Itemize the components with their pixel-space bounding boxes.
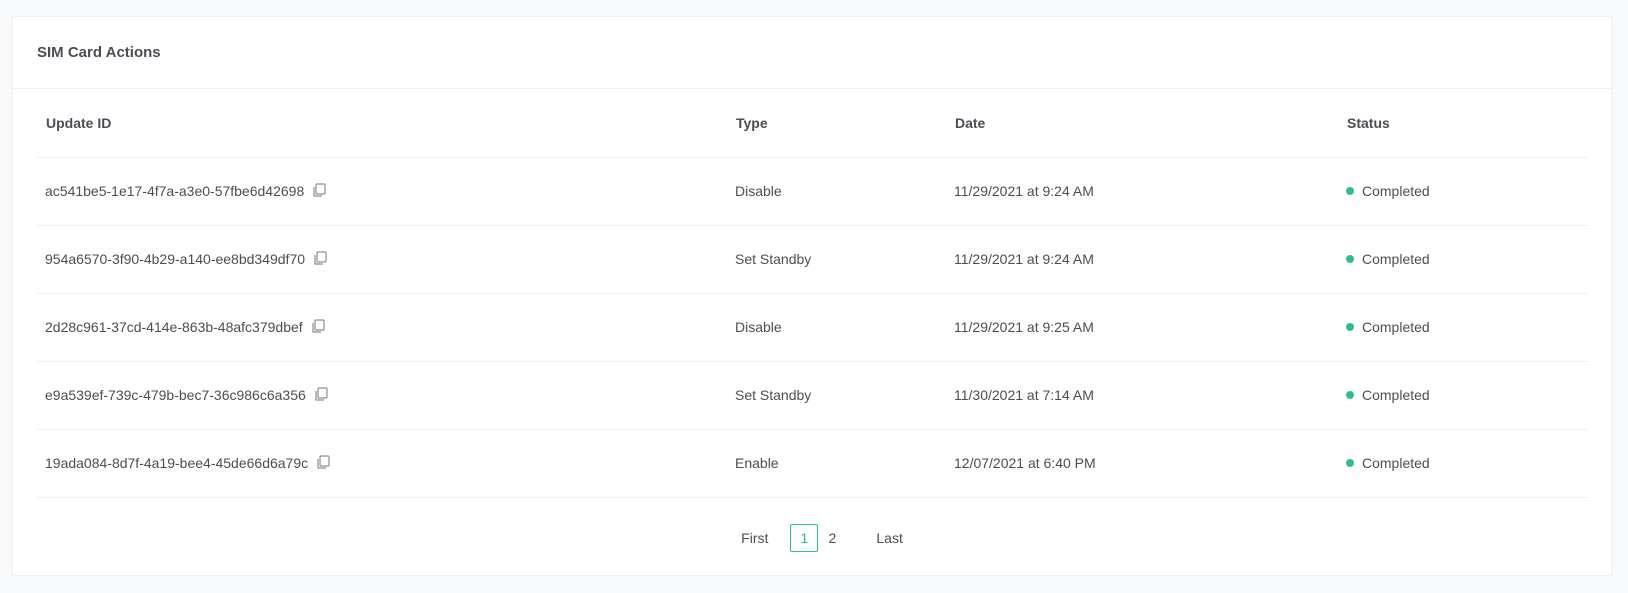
actions-table: Update ID Type Date Status ac541be5-1e17… (37, 89, 1588, 498)
status-cell: Completed (1338, 361, 1588, 430)
table-row: e9a539ef-739c-479b-bec7-36c986c6a356 Set… (37, 361, 1588, 430)
date-cell: 11/30/2021 at 7:14 AM (946, 361, 1338, 430)
update-id-text: 954a6570-3f90-4b29-a140-ee8bd349df70 (45, 251, 306, 267)
status-text: Completed (1362, 183, 1430, 199)
update-id-cell: e9a539ef-739c-479b-bec7-36c986c6a356 (37, 361, 727, 430)
update-id-text: 2d28c961-37cd-414e-863b-48afc379dbef (45, 319, 303, 335)
table-row: ac541be5-1e17-4f7a-a3e0-57fbe6d42698 Dis… (37, 157, 1588, 226)
pagination-last-button[interactable]: Last (870, 524, 908, 552)
update-id-text: ac541be5-1e17-4f7a-a3e0-57fbe6d42698 (45, 183, 305, 199)
copy-icon[interactable] (314, 387, 328, 401)
table-row: 954a6570-3f90-4b29-a140-ee8bd349df70 Set… (37, 225, 1588, 294)
sim-card-actions-card: SIM Card Actions Update ID Type Date Sta… (12, 16, 1612, 576)
status-cell: Completed (1338, 157, 1588, 226)
update-id-cell: ac541be5-1e17-4f7a-a3e0-57fbe6d42698 (37, 157, 727, 226)
status-text: Completed (1362, 319, 1430, 335)
update-id-text: e9a539ef-739c-479b-bec7-36c986c6a356 (45, 387, 306, 403)
date-cell: 11/29/2021 at 9:25 AM (946, 293, 1338, 362)
card-title: SIM Card Actions (37, 44, 161, 61)
type-cell: Enable (727, 429, 946, 498)
status-cell: Completed (1338, 429, 1588, 498)
status-dot-icon (1346, 187, 1354, 195)
update-id-text: 19ada084-8d7f-4a19-bee4-45de66d6a79c (45, 455, 309, 471)
copy-icon[interactable] (316, 455, 330, 469)
status-dot-icon (1346, 459, 1354, 467)
update-id-cell: 2d28c961-37cd-414e-863b-48afc379dbef (37, 293, 727, 362)
column-header-date: Date (946, 89, 1338, 158)
table-row: 2d28c961-37cd-414e-863b-48afc379dbef Dis… (37, 293, 1588, 362)
copy-icon[interactable] (311, 319, 325, 333)
status-cell: Completed (1338, 225, 1588, 294)
copy-icon[interactable] (313, 251, 327, 265)
update-id-cell: 954a6570-3f90-4b29-a140-ee8bd349df70 (37, 225, 727, 294)
pagination-page-1-button[interactable]: 1 (790, 524, 819, 552)
pagination-first-button[interactable]: First (735, 524, 774, 552)
status-dot-icon (1346, 323, 1354, 331)
type-cell: Set Standby (727, 361, 946, 430)
table-row: 19ada084-8d7f-4a19-bee4-45de66d6a79c Ena… (37, 429, 1588, 498)
actions-table-container: Update ID Type Date Status ac541be5-1e17… (37, 89, 1588, 498)
pagination: First 1 2 Last (13, 523, 1611, 553)
copy-icon[interactable] (312, 183, 326, 197)
date-cell: 11/29/2021 at 9:24 AM (946, 225, 1338, 294)
type-cell: Disable (727, 293, 946, 362)
status-dot-icon (1346, 391, 1354, 399)
pagination-page-2-button[interactable]: 2 (818, 524, 846, 552)
column-header-type: Type (727, 89, 946, 158)
status-text: Completed (1362, 387, 1430, 403)
status-text: Completed (1362, 455, 1430, 471)
type-cell: Disable (727, 157, 946, 226)
update-id-cell: 19ada084-8d7f-4a19-bee4-45de66d6a79c (37, 429, 727, 498)
table-header-row: Update ID Type Date Status (37, 89, 1588, 158)
card-header: SIM Card Actions (13, 17, 1611, 89)
status-cell: Completed (1338, 293, 1588, 362)
column-header-status: Status (1338, 89, 1588, 158)
type-cell: Set Standby (727, 225, 946, 294)
column-header-update-id: Update ID (37, 89, 727, 158)
date-cell: 12/07/2021 at 6:40 PM (946, 429, 1338, 498)
date-cell: 11/29/2021 at 9:24 AM (946, 157, 1338, 226)
status-text: Completed (1362, 251, 1430, 267)
status-dot-icon (1346, 255, 1354, 263)
